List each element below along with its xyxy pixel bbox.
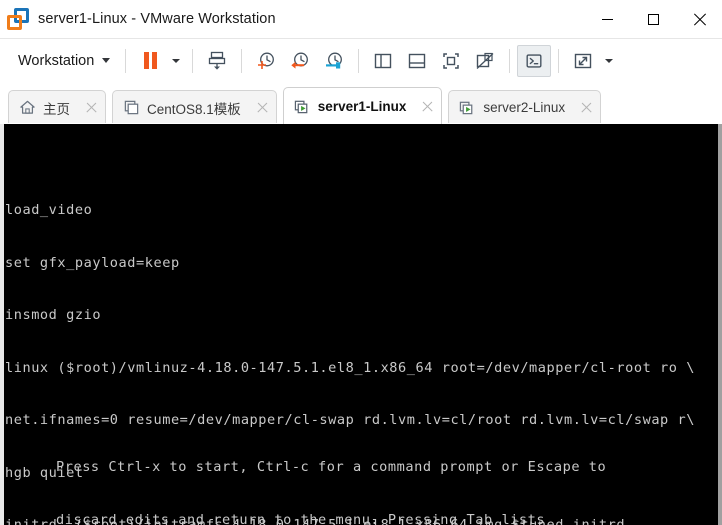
- workstation-menu-label: Workstation: [18, 52, 95, 69]
- tab-centos-template[interactable]: CentOS8.1模板: [112, 90, 277, 124]
- home-icon: [20, 100, 35, 114]
- terminal-icon: [526, 53, 542, 68]
- tab-home[interactable]: 主页: [8, 90, 106, 124]
- terminal-line: linux ($root)/vmlinuz-4.18.0-147.5.1.el8…: [5, 359, 695, 376]
- tab-label: CentOS8.1模板: [147, 101, 241, 117]
- terminal-help-line: discard edits and return to the menu. Pr…: [56, 511, 546, 525]
- vm-tab-bar: 主页 CentOS8.1模板 server1-Linux server2-Lin…: [0, 82, 722, 124]
- close-icon: [693, 13, 706, 26]
- unity-mode-button[interactable]: [468, 45, 502, 77]
- pause-icon: [143, 52, 157, 69]
- title-bar: server1-Linux - VMware Workstation: [0, 0, 722, 38]
- fullscreen-button[interactable]: [434, 45, 468, 77]
- grub-edit-terminal[interactable]: load_video set gfx_payload=keep insmod g…: [4, 124, 718, 525]
- tab-close-icon[interactable]: [255, 100, 270, 115]
- expand-diagonal-icon: [575, 53, 592, 68]
- tab-close-icon[interactable]: [84, 100, 99, 115]
- snapshot-manager-button[interactable]: [317, 45, 351, 77]
- panel-left-icon: [375, 53, 392, 68]
- show-library-button[interactable]: [366, 45, 400, 77]
- power-dropdown-button[interactable]: [167, 45, 185, 77]
- minimize-button[interactable]: [584, 0, 630, 38]
- tab-label: server1-Linux: [317, 98, 407, 114]
- vmware-logo-icon: [7, 8, 29, 30]
- terminal-line: set gfx_payload=keep: [5, 254, 180, 271]
- maximize-icon: [647, 13, 659, 25]
- vm-running-icon: [460, 101, 473, 115]
- terminal-help-line: Press Ctrl-x to start, Ctrl-c for a comm…: [56, 459, 607, 475]
- terminal-line: insmod gzio: [5, 307, 102, 323]
- tab-label: 主页: [43, 101, 70, 117]
- workstation-menu-button[interactable]: Workstation: [8, 46, 118, 76]
- revert-snapshot-button[interactable]: [283, 45, 317, 77]
- terminal-line: load_video: [5, 202, 93, 218]
- window-title: server1-Linux - VMware Workstation: [38, 11, 276, 27]
- stretch-view-button[interactable]: [566, 45, 600, 77]
- toolbar-separator: [558, 48, 560, 73]
- fullscreen-icon: [443, 52, 460, 69]
- clock-plus-icon: [258, 52, 275, 69]
- toolbar-separator: [509, 48, 511, 73]
- vm-console-area: load_video set gfx_payload=keep insmod g…: [0, 124, 722, 525]
- maximize-button[interactable]: [630, 0, 676, 38]
- show-thumbnail-bar-button[interactable]: [400, 45, 434, 77]
- view-dropdown-button[interactable]: [600, 45, 618, 77]
- console-right-edge: [718, 124, 722, 525]
- vmware-workstation-window: server1-Linux - VMware Workstation Works…: [0, 0, 722, 525]
- main-toolbar: Workstation: [0, 38, 722, 82]
- snapshot-download-icon: [209, 51, 226, 70]
- toolbar-separator: [241, 48, 243, 73]
- close-button[interactable]: [676, 0, 722, 38]
- tab-server1-linux[interactable]: server1-Linux: [282, 87, 443, 124]
- chevron-down-icon: [172, 58, 181, 63]
- take-snapshot-button[interactable]: [249, 45, 283, 77]
- chevron-down-icon: [102, 58, 111, 63]
- unity-off-icon: [476, 52, 494, 69]
- panel-bottom-icon: [409, 53, 426, 68]
- toolbar-separator: [125, 48, 127, 73]
- window-controls: [584, 0, 722, 38]
- manage-snapshot-button[interactable]: [200, 45, 234, 77]
- clock-wrench-icon: [326, 52, 343, 68]
- vm-running-icon: [294, 100, 308, 113]
- toolbar-separator: [192, 48, 194, 73]
- pause-vm-button[interactable]: [133, 45, 167, 77]
- grub-help-block: Press Ctrl-x to start, Ctrl-c for a comm…: [56, 424, 606, 525]
- clock-revert-icon: [291, 52, 309, 69]
- minimize-icon: [601, 18, 613, 20]
- tab-close-icon[interactable]: [420, 99, 435, 114]
- tab-close-icon[interactable]: [579, 100, 594, 115]
- toolbar-separator: [358, 48, 360, 73]
- console-view-button[interactable]: [517, 44, 552, 77]
- tab-server2-linux[interactable]: server2-Linux: [448, 90, 602, 124]
- tab-label: server2-Linux: [483, 100, 566, 115]
- vm-stopped-icon: [124, 100, 139, 115]
- chevron-down-icon: [605, 58, 614, 63]
